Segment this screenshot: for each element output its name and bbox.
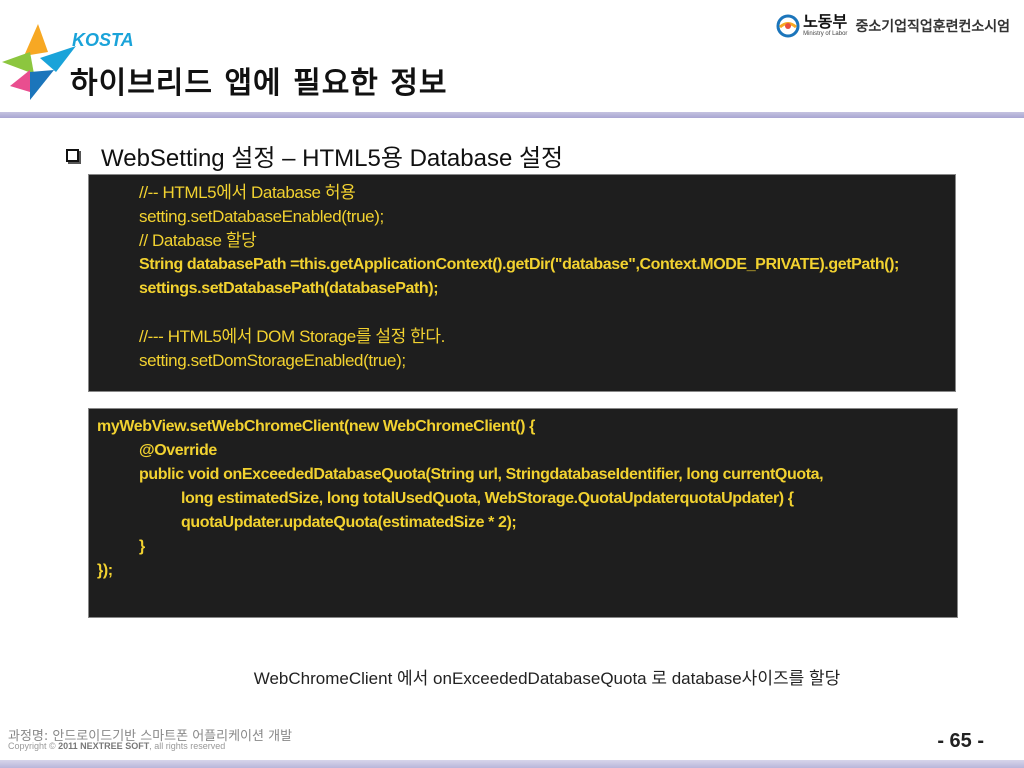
checkbox-bullet-icon <box>66 149 79 162</box>
footer-copyright: Copyright © 2011 NEXTREE SOFT, all right… <box>8 741 225 751</box>
kosta-logo-icon <box>2 24 76 100</box>
code-line: String databasePath =this.getApplication… <box>139 256 899 273</box>
ministry-logo-group: 노동부 Ministry of Labor 중소기업직업훈련컨소시엄 <box>776 12 1010 40</box>
code-line: public void onExceededDatabaseQuota(Stri… <box>139 466 824 483</box>
code-line: settings.setDatabasePath(databasePath); <box>139 280 439 297</box>
code-line: }); <box>97 562 113 579</box>
code-line: setting.setDomStorageEnabled(true); <box>139 351 406 370</box>
footer-divider <box>0 760 1024 768</box>
page-title: 하이브리드 앱에 필요한 정보 <box>70 66 448 101</box>
header-divider <box>0 112 1024 118</box>
code-line: setting.setDatabaseEnabled(true); <box>139 207 384 226</box>
code-line: } <box>139 538 145 555</box>
ministry-emblem-icon <box>776 14 800 38</box>
code-line: myWebView.setWebChromeClient(new WebChro… <box>97 418 535 435</box>
copyright-suffix: , all rights reserved <box>149 741 226 751</box>
code-line: long estimatedSize, long totalUsedQuota,… <box>181 490 794 507</box>
code-block-webchromeclient: myWebView.setWebChromeClient(new WebChro… <box>88 408 958 618</box>
code-line: // Database 할당 <box>139 231 257 250</box>
logo-text: KOSTA <box>72 30 134 50</box>
ministry-name-english: Ministry of Labor <box>803 31 848 37</box>
copyright-prefix: Copyright © <box>8 741 59 751</box>
code-block-database-settings: //-- HTML5에서 Database 허용 setting.setData… <box>88 174 956 392</box>
bullet-text: WebSetting 설정 – HTML5용 Database 설정 <box>101 145 564 172</box>
slide: KOSTA 하이브리드 앱에 필요한 정보 노동부 Ministry of La… <box>0 0 1024 768</box>
code-line: //--- HTML5에서 DOM Storage를 설정 한다. <box>139 327 445 346</box>
caption: WebChromeClient 에서 onExceededDatabaseQuo… <box>253 669 841 688</box>
code-line: //-- HTML5에서 Database 허용 <box>139 183 356 202</box>
bullet-heading: WebSetting 설정 – HTML5용 Database 설정 <box>66 138 563 173</box>
code-line: quotaUpdater.updateQuota(estimatedSize *… <box>181 514 517 531</box>
copyright-company: 2011 NEXTREE SOFT <box>58 741 150 751</box>
organization-name: 중소기업직업훈련컨소시엄 <box>855 19 1010 35</box>
ministry-name-korean: 노동부 <box>803 12 848 31</box>
ministry-name: 노동부 Ministry of Labor <box>803 14 847 38</box>
page-number: - 65 - <box>937 730 984 752</box>
code-line: @Override <box>139 442 217 459</box>
